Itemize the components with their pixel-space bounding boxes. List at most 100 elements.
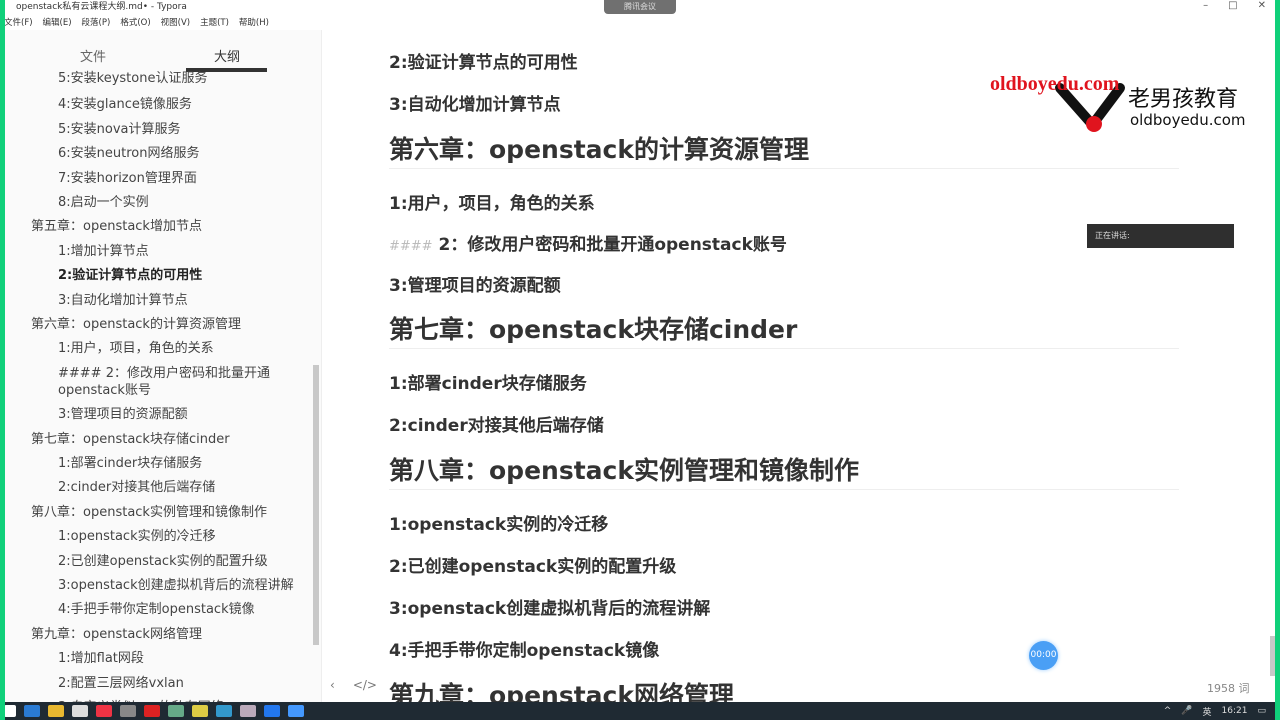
recording-frame-right xyxy=(1275,0,1280,720)
chrome-icon[interactable] xyxy=(96,705,112,717)
section-heading[interactable]: 2:验证计算节点的可用性 xyxy=(389,48,578,73)
section-heading[interactable]: 4:手把手带你定制openstack镜像 xyxy=(389,636,659,661)
menu-theme[interactable]: 主题(T) xyxy=(200,16,229,28)
heading-divider xyxy=(389,489,1179,490)
windows-start-icon[interactable] xyxy=(4,705,16,717)
section-heading[interactable]: 2:已创建openstack实例的配置升级 xyxy=(389,552,676,577)
outline-item-label: 7:安装horizon管理界面 xyxy=(58,170,197,186)
outline-item[interactable]: 第六章：openstack的计算资源管理 xyxy=(31,316,241,333)
sidebar-scrollbar[interactable] xyxy=(313,365,319,645)
notepad-icon[interactable] xyxy=(192,705,208,717)
source-mode-button[interactable]: </> xyxy=(353,678,377,692)
meeting-icon[interactable] xyxy=(288,705,304,717)
microphone-icon[interactable]: 🎤 xyxy=(1181,706,1192,716)
section-heading[interactable]: 1:部署cinder块存储服务 xyxy=(389,369,587,394)
outline-item[interactable]: 4:安装glance镜像服务 xyxy=(58,96,192,113)
outline-item[interactable]: 第五章：openstack增加节点 xyxy=(31,218,202,235)
close-button[interactable]: ✕ xyxy=(1258,0,1266,11)
outline-item[interactable]: 2:验证计算节点的可用性 xyxy=(58,267,202,284)
menu-format[interactable]: 格式(O) xyxy=(120,16,150,28)
section-heading[interactable]: 1:openstack实例的冷迁移 xyxy=(389,510,608,535)
back-button[interactable]: ‹ xyxy=(330,678,335,692)
section-heading[interactable]: 2:cinder对接其他后端存储 xyxy=(389,411,604,436)
tab-outline[interactable]: 大纲 xyxy=(214,46,240,65)
outline-item[interactable]: 1:增加flat网段 xyxy=(58,650,144,667)
heading-text: 2:cinder对接其他后端存储 xyxy=(389,416,604,436)
section-heading[interactable]: 3:自动化增加计算节点 xyxy=(389,90,561,115)
menu-edit[interactable]: 编辑(E) xyxy=(43,16,72,28)
watermark-brand: 老男孩教育 xyxy=(1128,87,1238,112)
outline-item-label: 3:自动化增加计算节点 xyxy=(58,292,188,308)
section-heading[interactable]: 1:用户，项目，角色的关系 xyxy=(389,189,595,214)
app-icon[interactable] xyxy=(144,705,160,717)
chapter-heading[interactable]: 第九章：openstack网络管理 xyxy=(389,676,734,702)
outline-item[interactable]: 3:自动化增加计算节点 xyxy=(58,292,188,309)
outline-item[interactable]: 第七章：openstack块存储cinder xyxy=(31,431,230,448)
taskbar xyxy=(0,702,1280,720)
watermark-red-url: oldboyedu.com xyxy=(990,73,1120,95)
outline-item[interactable]: 第八章：openstack实例管理和镜像制作 xyxy=(31,504,267,521)
input-language[interactable]: 英 xyxy=(1203,705,1212,718)
outline-item-label: 第八章：openstack实例管理和镜像制作 xyxy=(31,504,267,520)
outline-item[interactable]: 3:管理项目的资源配额 xyxy=(58,406,188,423)
outline-item[interactable]: 6:安装neutron网络服务 xyxy=(58,145,199,162)
outline-item[interactable]: 1:openstack实例的冷迁移 xyxy=(58,528,216,545)
outline-item-label: 2:配置三层网络vxlan xyxy=(58,675,184,691)
menu-paragraph[interactable]: 段落(P) xyxy=(82,16,111,28)
chapter-heading[interactable]: 第八章：openstack实例管理和镜像制作 xyxy=(389,451,859,487)
notification-icon[interactable]: ▭ xyxy=(1257,706,1266,716)
heading-text: 1:部署cinder块存储服务 xyxy=(389,374,587,394)
window-title: openstack私有云课程大纲.md• - Typora xyxy=(16,2,187,12)
oldboyedu-watermark-logo: oldboyedu.com 老男孩教育 oldboyedu.com xyxy=(990,73,1246,132)
clock[interactable]: 16:21 xyxy=(1222,706,1248,716)
outline-item[interactable]: 2:cinder对接其他后端存储 xyxy=(58,479,215,496)
app-icon[interactable] xyxy=(240,705,256,717)
recording-frame-left xyxy=(0,0,5,720)
chapter-heading[interactable]: 第七章：openstack块存储cinder xyxy=(389,310,797,346)
outline-item-label: 第六章：openstack的计算资源管理 xyxy=(31,317,241,332)
file-explorer-icon[interactable] xyxy=(48,705,64,717)
outline-item[interactable]: 5:安装nova计算服务 xyxy=(58,121,181,138)
heading-text: 2：修改用户密码和批量开通openstack账号 xyxy=(438,235,787,255)
outline-item[interactable]: 1:增加计算节点 xyxy=(58,243,149,260)
menu-file[interactable]: 文件(F) xyxy=(4,16,33,28)
outline-item-label: 2:验证计算节点的可用性 xyxy=(58,268,203,284)
speaking-indicator: 正在讲话: xyxy=(1087,224,1234,248)
outline-item[interactable]: 5:安装keystone认证服务 xyxy=(58,70,207,87)
outline-item[interactable]: 4:手把手带你定制openstack镜像 xyxy=(58,601,255,618)
outline-item-label: 4:安装glance镜像服务 xyxy=(58,97,192,113)
app-icon[interactable] xyxy=(264,705,280,717)
outline-item[interactable]: 3:openstack创建虚拟机背后的流程讲解 xyxy=(58,577,294,594)
meeting-badge[interactable]: 腾讯会议 xyxy=(604,0,676,14)
store-icon[interactable] xyxy=(72,705,88,717)
section-heading[interactable]: 3:openstack创建虚拟机背后的流程讲解 xyxy=(389,594,710,619)
heading-text: 3:自动化增加计算节点 xyxy=(389,95,561,115)
outline-item[interactable]: 2:已创建openstack实例的配置升级 xyxy=(58,553,268,570)
app-icon[interactable] xyxy=(216,705,232,717)
recording-timer[interactable]: 00:00 xyxy=(1029,641,1058,670)
typora-icon[interactable] xyxy=(120,705,136,717)
minimize-button[interactable]: – xyxy=(1203,0,1208,11)
outline-item-label: 3:管理项目的资源配额 xyxy=(58,407,188,423)
chapter-heading[interactable]: 第六章：openstack的计算资源管理 xyxy=(389,130,809,166)
word-count[interactable]: 1958 词 xyxy=(1207,680,1250,696)
section-heading[interactable]: 3:管理项目的资源配额 xyxy=(389,271,561,296)
outline-item[interactable]: 8:启动一个实例 xyxy=(58,194,149,211)
outline-item-label: 1:增加计算节点 xyxy=(58,243,149,259)
outline-item[interactable]: 1:用户，项目，角色的关系 xyxy=(58,340,214,357)
outline-item[interactable]: 7:安装horizon管理界面 xyxy=(58,170,197,187)
tray-expand-icon[interactable]: ^ xyxy=(1164,706,1172,716)
app-icon[interactable] xyxy=(168,705,184,717)
outline-item-label-cont: openstack账号 xyxy=(58,382,151,398)
outline-item[interactable]: 2:配置三层网络vxlan xyxy=(58,675,184,692)
menu-help[interactable]: 帮助(H) xyxy=(239,16,269,28)
maximize-button[interactable]: □ xyxy=(1228,0,1237,11)
outline-item[interactable]: #### 2：修改用户密码和批量开通 openstack账号 xyxy=(58,365,270,399)
section-heading[interactable]: #### 2：修改用户密码和批量开通openstack账号 xyxy=(389,230,787,255)
outline-item[interactable]: 1:部署cinder块存储服务 xyxy=(58,455,202,472)
outline-item[interactable]: 第九章：openstack网络管理 xyxy=(31,626,202,643)
menu-view[interactable]: 视图(V) xyxy=(161,16,190,28)
edge-icon[interactable] xyxy=(24,705,40,717)
tab-files[interactable]: 文件 xyxy=(80,46,106,65)
heading-text: 3:管理项目的资源配额 xyxy=(389,276,561,296)
